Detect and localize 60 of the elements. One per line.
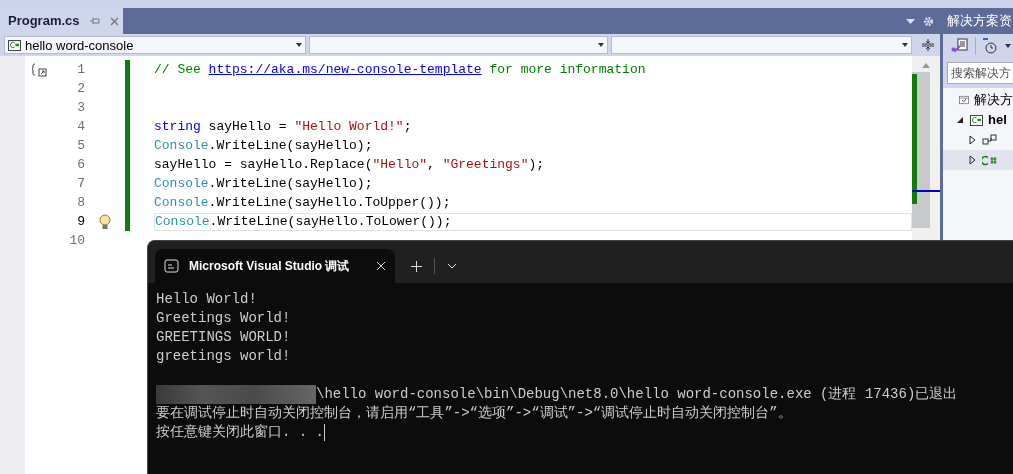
history-icon[interactable] (982, 38, 998, 54)
line-number: 4 (76, 117, 85, 136)
caret-icon (901, 41, 909, 49)
settings-icon[interactable] (923, 15, 934, 27)
line-number: 1 (76, 60, 85, 79)
new-tab-icon[interactable] (411, 260, 422, 272)
collapsed-arrow-icon[interactable] (967, 135, 977, 145)
search-field[interactable]: 搜索解决方 (947, 62, 1013, 84)
tree-item-label: hel (988, 111, 1007, 130)
console-output-line: \hello word-console\bin\Debug\net8.0\hello word-console.exe (进程 17436)已退出 (316, 385, 958, 404)
console-output-line: greetings world! (156, 347, 292, 366)
code-scope-icon (31, 62, 47, 77)
navigation-dropdown[interactable]: hello word-console (4, 36, 306, 54)
caret-icon (1004, 42, 1012, 50)
collapsed-arrow-icon[interactable] (967, 155, 977, 165)
code-line: Console.WriteLine(sayHello); (154, 177, 373, 190)
csharp-file-icon (982, 154, 998, 166)
code-line: sayHello = sayHello.Replace("Hello", "Greetings"); (154, 158, 545, 171)
code-line: Console.WriteLine(sayHello); (154, 139, 373, 152)
console-output-line: 按任意键关闭此窗口. . . (156, 423, 324, 442)
console-output-line: GREETINGS WORLD! (156, 328, 292, 347)
csharp-icon (970, 114, 983, 126)
line-number: 3 (76, 98, 85, 117)
scroll-up-icon[interactable] (922, 62, 930, 68)
console-output-line: Hello World! (156, 290, 258, 309)
line-number: 7 (76, 174, 85, 193)
line-number: 2 (76, 79, 85, 98)
console-tab[interactable]: Microsoft Visual Studio 调试 (155, 249, 395, 283)
tree-item[interactable]: hel (943, 110, 1013, 130)
code-line: Console.WriteLine(sayHello.ToUpper()); (154, 196, 451, 209)
console-output-line: Greetings World! (156, 309, 292, 328)
tree-item-label: 解决方 (974, 91, 1013, 110)
caret-icon (597, 41, 605, 49)
tab-list-icon[interactable] (906, 18, 915, 24)
line-number: 9 (76, 212, 85, 231)
solution-icon (959, 93, 969, 107)
text-cursor (324, 424, 325, 441)
console-output-line: 要在调试停止时自动关闭控制台，请启用“工具”->“选项”->“调试”->“调试停止时自动关闭控制台”。 (156, 404, 793, 423)
caret-position-marker (912, 190, 940, 192)
dependencies-icon (982, 134, 997, 146)
line-number: 10 (68, 231, 85, 250)
panel-title: 解决方案资 (947, 12, 1012, 31)
code-line: // See https://aka.ms/new-console-template for more information (154, 63, 646, 76)
csharp-icon (8, 39, 21, 51)
chevron-down-icon[interactable] (447, 263, 457, 269)
console-tab-title: Microsoft Visual Studio 调试 (189, 258, 351, 275)
code-line: Console.WriteLine(sayHello.ToLower()); (155, 215, 452, 228)
document-icon[interactable] (951, 38, 969, 54)
caret-icon (295, 41, 303, 49)
split-window-icon[interactable] (921, 38, 935, 52)
dropdown-value: hello word-console (25, 38, 135, 52)
line-number: 6 (76, 155, 85, 174)
tab-label: Program.cs (8, 12, 80, 31)
lightbulb-icon[interactable] (99, 213, 111, 230)
code-line: string sayHello = "Hello World!"; (154, 120, 412, 133)
terminal-icon (164, 259, 179, 273)
tree-item[interactable]: 解决方 (943, 90, 1013, 110)
line-number: 5 (76, 136, 85, 155)
expanded-arrow-icon[interactable] (955, 115, 965, 125)
line-number: 8 (76, 193, 85, 212)
